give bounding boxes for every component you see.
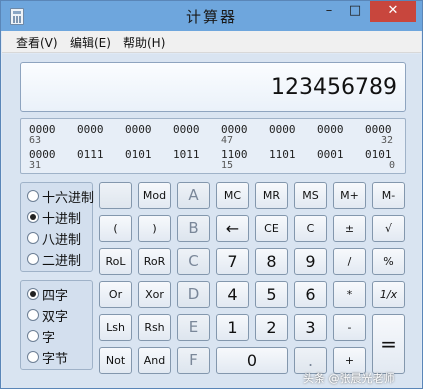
bit-index: 32 [381,135,394,146]
maximize-button[interactable]: □ [342,1,368,22]
bit-index: 31 [29,160,42,171]
mod-key[interactable]: Mod [138,182,171,209]
calculator-body: 123456789 0000 0000 0000 0000 0000 0000 … [2,54,421,388]
bit-group: 0000 [77,123,104,136]
hex-b-key[interactable]: B [177,215,210,242]
bit-group: 0111 [77,148,104,161]
radio-button[interactable] [27,351,39,363]
radio-button[interactable] [27,309,39,321]
mminus-key[interactable]: M- [372,182,405,209]
hex-d-key[interactable]: D [177,281,210,308]
bit-index: 0 [389,160,396,171]
bit-group: 0101 [365,148,392,161]
menu-view[interactable]: 查看(V) [16,34,58,51]
menu-bar: 查看(V) 编辑(E) 帮助(H) [2,31,421,53]
close-button[interactable]: ✕ [370,1,416,22]
blank-key[interactable] [99,182,132,209]
radio-button[interactable] [27,330,39,342]
menu-help[interactable]: 帮助(H) [123,34,165,51]
ce-key[interactable]: CE [255,215,288,242]
digit-8-key[interactable]: 8 [255,248,288,275]
bit-index: 63 [29,135,42,146]
radio-button[interactable] [27,190,39,202]
bit-group: 1011 [173,148,200,161]
radio-label: 二进制 [42,254,82,269]
bit-group: 0001 [317,148,344,161]
clear-key[interactable]: C [294,215,327,242]
hex-c-key[interactable]: C [177,248,210,275]
bit-index: 15 [221,160,234,171]
radio-button[interactable] [27,232,39,244]
bit-group: 0000 [317,123,344,136]
plus-minus-key[interactable]: ± [333,215,366,242]
multiply-key[interactable]: * [333,281,366,308]
display-value: 123456789 [271,75,397,100]
mc-key[interactable]: MC [216,182,249,209]
bit-group: 0000 [269,123,296,136]
bit-index: 47 [221,135,234,146]
hex-f-key[interactable]: F [177,347,210,374]
radio-button-selected[interactable] [27,211,39,223]
not-key[interactable]: Not [99,347,132,374]
digit-6-key[interactable]: 6 [294,281,327,308]
percent-key[interactable]: % [372,248,405,275]
xor-key[interactable]: Xor [138,281,171,308]
word-size-radio-group: 四字 双字 字 字节 [20,280,93,370]
sqrt-key[interactable]: √ [372,215,405,242]
radio-label: 双字 [42,310,69,325]
digit-1-key[interactable]: 1 [216,314,249,341]
radio-label: 十进制 [42,212,82,227]
divide-key[interactable]: / [333,248,366,275]
bit-group: 0000 [173,123,200,136]
right-paren-key[interactable]: ) [138,215,171,242]
ms-key[interactable]: MS [294,182,327,209]
binary-display: 0000 0000 0000 0000 0000 0000 0000 0000 … [20,118,406,174]
mplus-key[interactable]: M+ [333,182,366,209]
bit-group: 0000 [125,123,152,136]
left-paren-key[interactable]: ( [99,215,132,242]
lsh-key[interactable]: Lsh [99,314,132,341]
backspace-key[interactable]: ← [216,215,249,242]
result-display: 123456789 [20,62,406,112]
mr-key[interactable]: MR [255,182,288,209]
bit-group: 1101 [269,148,296,161]
radio-button-selected[interactable] [27,288,39,300]
radio-label: 十六进制 [42,191,95,206]
digit-7-key[interactable]: 7 [216,248,249,275]
digit-4-key[interactable]: 4 [216,281,249,308]
radio-label: 字 [42,331,56,346]
or-key[interactable]: Or [99,281,132,308]
radio-button[interactable] [27,253,39,265]
and-key[interactable]: And [138,347,171,374]
reciprocal-key[interactable]: 1/x [372,281,405,308]
rol-key[interactable]: RoL [99,248,132,275]
bit-group: 0101 [125,148,152,161]
title-bar[interactable]: 计算器 – □ ✕ [1,1,422,31]
digit-0-key[interactable]: 0 [216,347,288,374]
calculator-window: 计算器 – □ ✕ 查看(V) 编辑(E) 帮助(H) 123456789 00… [0,0,423,389]
radio-label: 四字 [42,289,69,304]
minimize-button[interactable]: – [316,1,342,22]
hex-e-key[interactable]: E [177,314,210,341]
minus-key[interactable]: - [333,314,366,341]
base-radio-group: 十六进制 十进制 八进制 二进制 [20,182,95,272]
hex-a-key[interactable]: A [177,182,210,209]
radio-label: 字节 [42,352,69,367]
digit-5-key[interactable]: 5 [255,281,288,308]
digit-3-key[interactable]: 3 [294,314,327,341]
equals-key[interactable]: = [372,314,405,374]
watermark-text: 头条 @张晨光老师 [303,372,395,385]
ror-key[interactable]: RoR [138,248,171,275]
digit-9-key[interactable]: 9 [294,248,327,275]
menu-edit[interactable]: 编辑(E) [70,34,111,51]
rsh-key[interactable]: Rsh [138,314,171,341]
digit-2-key[interactable]: 2 [255,314,288,341]
radio-label: 八进制 [42,233,82,248]
